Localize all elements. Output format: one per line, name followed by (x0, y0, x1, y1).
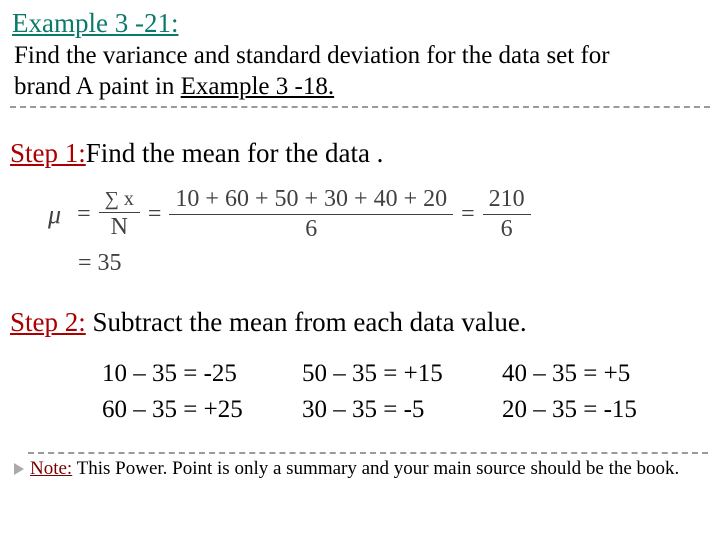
prompt-line-2a: brand A paint in (14, 73, 181, 100)
step-2: Step 2: Subtract the mean from each data… (0, 307, 720, 338)
frac-sum-over-6: 10 + 60 + 50 + 30 + 40 + 20 6 (169, 187, 453, 242)
mean-formula: μ = ∑ x N = 10 + 60 + 50 + 30 + 40 + 20 … (48, 187, 720, 242)
prompt-line-1: Find the variance and standard deviation… (14, 42, 610, 69)
step-2-text: Subtract the mean from each data value. (86, 307, 527, 337)
cell-r1c3: 40 – 35 = +5 (502, 360, 692, 388)
step-1: Step 1:Find the mean for the data . (0, 138, 720, 169)
step-2-label: Step 2: (10, 307, 86, 337)
example-title: Example 3 -21: (0, 0, 720, 39)
cell-r1c1: 10 – 35 = -25 (102, 360, 292, 388)
problem-prompt: Find the variance and standard deviation… (0, 39, 720, 102)
cell-r2c3: 20 – 35 = -15 (502, 396, 692, 424)
mean-result: = 35 (78, 250, 720, 277)
cell-r2c1: 60 – 35 = +25 (102, 396, 292, 424)
mu-symbol: μ (48, 200, 61, 230)
den-6b: 6 (501, 215, 513, 242)
note-label: Note: (30, 458, 72, 479)
note-text: This Power. Point is only a summary and … (72, 458, 679, 479)
big-n: N (111, 213, 128, 240)
deviation-grid: 10 – 35 = -25 50 – 35 = +15 40 – 35 = +5… (102, 360, 720, 424)
frac-sigma-x-over-n: ∑ x N (99, 189, 140, 240)
cell-r1c2: 50 – 35 = +15 (302, 360, 492, 388)
equals-1: = (77, 201, 91, 228)
bullet-icon (14, 463, 24, 475)
frac-210-over-6: 210 6 (483, 187, 531, 242)
sigma-x: ∑ x (99, 189, 140, 213)
num-210: 210 (483, 187, 531, 215)
cell-r2c2: 30 – 35 = -5 (302, 396, 492, 424)
sum-expansion: 10 + 60 + 50 + 30 + 40 + 20 (169, 187, 453, 215)
den-6a: 6 (305, 215, 317, 242)
equals-2: = (148, 201, 162, 228)
prompt-ref-link: Example 3 -18. (181, 73, 334, 100)
step-1-label: Step 1: (10, 138, 86, 168)
step-1-text: Find the mean for the data . (86, 138, 384, 168)
divider-top (10, 106, 710, 108)
footer: Note: This Power. Point is only a summar… (0, 454, 720, 480)
equals-3: = (461, 201, 475, 228)
